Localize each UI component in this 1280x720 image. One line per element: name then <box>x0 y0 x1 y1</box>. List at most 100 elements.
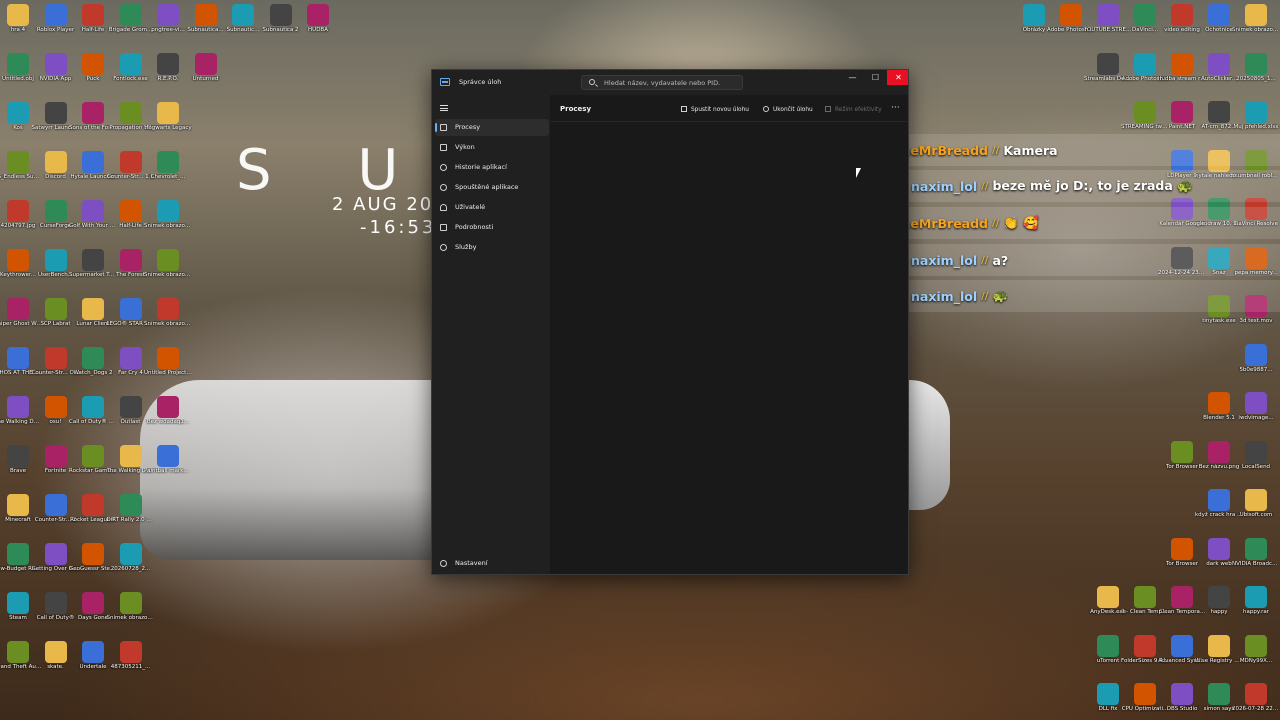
chat-separator: // <box>981 254 989 266</box>
desktop-icon-label: Bez wdadaq1... <box>146 419 190 425</box>
nav-item-label: Nastavení <box>455 559 488 567</box>
app-icon <box>119 347 142 369</box>
app-icon <box>44 396 67 418</box>
desktop-icon[interactable]: Unturned <box>182 51 230 101</box>
app-icon <box>7 494 29 516</box>
desktop-icon[interactable]: Snímek obrazovk... <box>144 198 192 248</box>
app-icon <box>1208 634 1230 657</box>
app-icon <box>119 641 142 663</box>
desktop-icon-label: AnyDesk.exe <box>1090 609 1126 615</box>
title-bar[interactable]: Správce úloh Hledat název, vydavatele ne… <box>432 70 908 95</box>
app-icon <box>1171 101 1193 123</box>
desktop-icon-label: 487305211_... <box>110 664 151 670</box>
desktop-icon[interactable]: Untitled Project 33 <box>144 345 192 395</box>
desktop-icon-label: DLL fix <box>1098 706 1118 712</box>
run-new-task-label: Spustit novou úlohu <box>691 107 749 113</box>
app-icon <box>1245 489 1267 511</box>
chat-message: TheMrBreadd//👏 🥰 <box>887 207 1280 239</box>
app-icon <box>1245 634 1267 657</box>
app-icon <box>1245 52 1267 75</box>
app-icon <box>1245 537 1267 560</box>
app-icon <box>1208 586 1230 608</box>
chat-text: Kamera <box>1003 142 1058 158</box>
desktop-icon[interactable]: DLL fix <box>1084 681 1132 720</box>
more-options-button[interactable]: ··· <box>891 103 900 113</box>
desktop-icon-label: Untitled Project 33 <box>144 370 192 376</box>
app-icon <box>44 347 67 369</box>
desktop-icon[interactable]: DiRT Rally 2.0 Game of th... <box>107 492 155 542</box>
app-icon <box>7 4 29 26</box>
nav-item-users[interactable]: Uživatelé <box>435 199 549 216</box>
app-icon <box>1171 586 1193 608</box>
desktop-icon[interactable]: Blender 5.1 <box>1195 390 1243 440</box>
desktop-icon[interactable]: HUDBA <box>294 2 342 52</box>
app-icon <box>119 102 142 124</box>
task-manager-app-icon <box>440 78 450 86</box>
nav-item-app-history[interactable]: Historie aplikací <box>435 159 549 176</box>
desktop-icon-label: Unturned <box>192 76 219 82</box>
desktop-icon[interactable]: Bez wdadaq1... <box>144 394 192 444</box>
desktop-icon[interactable]: když crack hra chce... <box>1195 487 1243 537</box>
app-icon <box>7 543 29 565</box>
app-icon <box>157 298 179 320</box>
search-input[interactable]: Hledat název, vydavatele nebo PID. <box>581 75 743 90</box>
app-icon <box>82 494 104 516</box>
app-icon <box>1245 440 1267 463</box>
nav-item-label: Historie aplikací <box>455 163 507 171</box>
desktop-icon[interactable]: 20260728_2... <box>107 541 155 591</box>
desktop-icon-label: Snímek obrazovk... <box>106 615 155 621</box>
processes-page: Procesy Spustit novou úlohu Ukončit úloh… <box>550 95 908 574</box>
close-button[interactable]: ✕ <box>887 70 908 85</box>
app-icon <box>1171 634 1193 657</box>
desktop-icon-label: Snímek obrazovk... <box>144 321 192 327</box>
app-icon <box>1171 440 1193 463</box>
app-icon <box>119 249 142 271</box>
nav-item-performance[interactable]: Výkon <box>435 139 549 156</box>
desktop-icon[interactable]: Streamlabs Desktop <box>1084 51 1132 101</box>
desktop-icon-label: Hogwarts Legacy <box>144 125 192 131</box>
desktop-icon[interactable]: Chevrolet_... <box>144 149 192 199</box>
desktop-icon[interactable]: Tor Browser <box>1158 439 1206 489</box>
nav-item-processes[interactable]: Procesy <box>435 119 549 136</box>
run-new-task-button[interactable]: Spustit novou úlohu <box>681 104 749 116</box>
desktop-icon[interactable]: Snímek obrazovk... <box>144 247 192 297</box>
app-icon <box>44 151 67 173</box>
desktop-icon[interactable]: Snímek obrazovk... <box>144 296 192 346</box>
desktop-icon[interactable]: uTorrent <box>1084 633 1132 683</box>
app-icon <box>1245 392 1267 414</box>
end-task-button[interactable]: Ukončit úlohu <box>763 104 813 116</box>
app-icon <box>157 200 179 222</box>
efficiency-mode-button[interactable]: Režim efektivity <box>825 104 882 116</box>
nav-item-startup-apps[interactable]: Spouštěné aplikace <box>435 179 549 196</box>
maximize-button[interactable]: ☐ <box>864 70 887 85</box>
hamburger-menu-icon[interactable] <box>440 105 448 111</box>
nav-item-label: Výkon <box>455 143 475 151</box>
nav-item-services[interactable]: Služby <box>435 239 549 256</box>
app-icon <box>82 445 104 467</box>
chat-username: naxim_lol <box>911 178 978 194</box>
app-icon <box>7 200 29 222</box>
app-icon <box>44 592 67 614</box>
chat-username: naxim_lol <box>911 288 978 304</box>
desktop-icon-label: STREAMING twitch old <box>1121 124 1169 130</box>
desktop-icon-label: Paintball marker... <box>144 468 192 474</box>
task-manager-window[interactable]: Správce úloh Hledat název, vydavatele ne… <box>431 69 909 575</box>
app-icon <box>7 151 29 173</box>
desktop-icon[interactable]: 487305211_... <box>107 639 155 689</box>
nav-item-details[interactable]: Podrobnosti <box>435 219 549 236</box>
desktop-icon[interactable]: Paintball marker... <box>144 443 192 493</box>
chat-message: ↗naxim_lol//🐢 <box>887 280 1280 312</box>
app-icon <box>82 4 104 26</box>
desktop-icon-label: Snímek obrazovk... <box>144 272 192 278</box>
nav-item-settings[interactable]: Nastavení <box>435 555 549 572</box>
desktop-icon[interactable]: Obrázky <box>1010 2 1058 52</box>
minimize-button[interactable]: — <box>841 70 864 85</box>
desktop-icon[interactable]: Snímek obrazovk... <box>107 590 155 640</box>
desktop-icon[interactable]: 5b0e9887... <box>1232 342 1280 392</box>
app-icon <box>269 4 292 26</box>
desktop-icon[interactable]: Tor Browser <box>1158 536 1206 586</box>
desktop-icon[interactable]: Hogwarts Legacy <box>144 100 192 150</box>
desktop-icon-label: uTorrent <box>1096 657 1120 664</box>
app-icon <box>1208 4 1230 26</box>
desktop-icon[interactable]: AnyDesk.exe <box>1084 584 1132 634</box>
